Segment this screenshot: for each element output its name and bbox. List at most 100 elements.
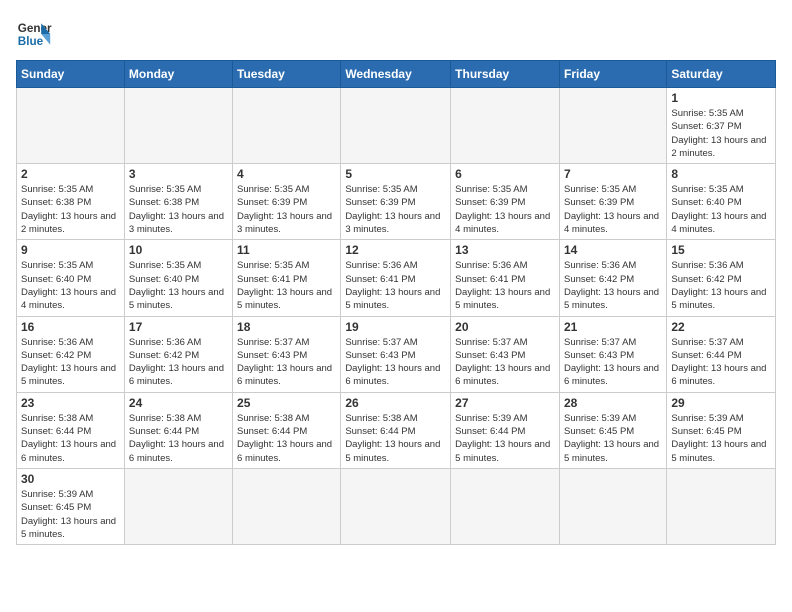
day-info: Sunrise: 5:35 AM Sunset: 6:38 PM Dayligh…: [21, 183, 120, 236]
calendar-cell: [233, 468, 341, 544]
logo: General Blue: [16, 16, 52, 52]
day-info: Sunrise: 5:36 AM Sunset: 6:41 PM Dayligh…: [455, 259, 555, 312]
calendar-week-row: 30Sunrise: 5:39 AM Sunset: 6:45 PM Dayli…: [17, 468, 776, 544]
calendar-cell: 14 Sunrise: 5:36 AM Sunset: 6:42 PM Dayli…: [559, 240, 666, 316]
calendar-cell: 17Sunrise: 5:36 AM Sunset: 6:42 PM Dayli…: [124, 316, 232, 392]
calendar-cell: 20Sunrise: 5:37 AM Sunset: 6:43 PM Dayli…: [451, 316, 560, 392]
day-info: Sunrise: 5:39 AM Sunset: 6:45 PM Dayligh…: [671, 412, 771, 465]
calendar-cell: 24Sunrise: 5:38 AM Sunset: 6:44 PM Dayli…: [124, 392, 232, 468]
calendar-cell: [233, 88, 341, 164]
day-info: Sunrise: 5:35 AM Sunset: 6:40 PM Dayligh…: [671, 183, 771, 236]
calendar-cell: 11 Sunrise: 5:35 AM Sunset: 6:41 PM Dayli…: [233, 240, 341, 316]
calendar-cell: 19 Sunrise: 5:37 AM Sunset: 6:43 PM Dayli…: [341, 316, 451, 392]
calendar-table: SundayMondayTuesdayWednesdayThursdayFrid…: [16, 60, 776, 545]
day-number: 10: [129, 243, 228, 257]
calendar-cell: [341, 468, 451, 544]
calendar-cell: 16Sunrise: 5:36 AM Sunset: 6:42 PM Dayli…: [17, 316, 125, 392]
day-number: 29: [671, 396, 771, 410]
day-number: 19: [345, 320, 446, 334]
calendar-header-row: SundayMondayTuesdayWednesdayThursdayFrid…: [17, 61, 776, 88]
day-info: Sunrise: 5:35 AM Sunset: 6:40 PM Dayligh…: [21, 259, 120, 312]
calendar-cell: 2Sunrise: 5:35 AM Sunset: 6:38 PM Daylig…: [17, 164, 125, 240]
day-number: 27: [455, 396, 555, 410]
day-number: 26: [345, 396, 446, 410]
day-number: 21: [564, 320, 662, 334]
day-info: Sunrise: 5:38 AM Sunset: 6:44 PM Dayligh…: [237, 412, 336, 465]
calendar-cell: [124, 468, 232, 544]
day-info: Sunrise: 5:36 AM Sunset: 6:42 PM Dayligh…: [21, 336, 120, 389]
calendar-cell: 13 Sunrise: 5:36 AM Sunset: 6:41 PM Dayli…: [451, 240, 560, 316]
calendar-cell: 1 Sunrise: 5:35 AM Sunset: 6:37 PM Daylig…: [667, 88, 776, 164]
day-number: 18: [237, 320, 336, 334]
calendar-cell: 12 Sunrise: 5:36 AM Sunset: 6:41 PM Dayli…: [341, 240, 451, 316]
calendar-cell: [17, 88, 125, 164]
day-number: 8: [671, 167, 771, 181]
calendar-cell: [559, 88, 666, 164]
calendar-week-row: 9 Sunrise: 5:35 AM Sunset: 6:40 PM Daylig…: [17, 240, 776, 316]
calendar-cell: 27 Sunrise: 5:39 AM Sunset: 6:44 PM Dayli…: [451, 392, 560, 468]
day-number: 12: [345, 243, 446, 257]
day-info: Sunrise: 5:35 AM Sunset: 6:41 PM Dayligh…: [237, 259, 336, 312]
calendar-cell: [341, 88, 451, 164]
calendar-cell: 7Sunrise: 5:35 AM Sunset: 6:39 PM Daylig…: [559, 164, 666, 240]
day-number: 20: [455, 320, 555, 334]
day-info: Sunrise: 5:37 AM Sunset: 6:43 PM Dayligh…: [345, 336, 446, 389]
day-number: 1: [671, 91, 771, 105]
weekday-header-friday: Friday: [559, 61, 666, 88]
calendar-cell: [124, 88, 232, 164]
day-info: Sunrise: 5:37 AM Sunset: 6:43 PM Dayligh…: [564, 336, 662, 389]
day-info: Sunrise: 5:39 AM Sunset: 6:45 PM Dayligh…: [21, 488, 120, 541]
calendar-cell: 10Sunrise: 5:35 AM Sunset: 6:40 PM Dayli…: [124, 240, 232, 316]
day-number: 9: [21, 243, 120, 257]
day-info: Sunrise: 5:38 AM Sunset: 6:44 PM Dayligh…: [345, 412, 446, 465]
calendar-week-row: 16Sunrise: 5:36 AM Sunset: 6:42 PM Dayli…: [17, 316, 776, 392]
day-info: Sunrise: 5:37 AM Sunset: 6:43 PM Dayligh…: [237, 336, 336, 389]
day-number: 15: [671, 243, 771, 257]
calendar-cell: 8 Sunrise: 5:35 AM Sunset: 6:40 PM Daylig…: [667, 164, 776, 240]
day-info: Sunrise: 5:35 AM Sunset: 6:38 PM Dayligh…: [129, 183, 228, 236]
day-number: 17: [129, 320, 228, 334]
calendar-cell: 18 Sunrise: 5:37 AM Sunset: 6:43 PM Dayli…: [233, 316, 341, 392]
weekday-header-wednesday: Wednesday: [341, 61, 451, 88]
day-number: 23: [21, 396, 120, 410]
day-info: Sunrise: 5:35 AM Sunset: 6:39 PM Dayligh…: [455, 183, 555, 236]
day-info: Sunrise: 5:36 AM Sunset: 6:42 PM Dayligh…: [671, 259, 771, 312]
day-info: Sunrise: 5:38 AM Sunset: 6:44 PM Dayligh…: [21, 412, 120, 465]
day-info: Sunrise: 5:36 AM Sunset: 6:41 PM Dayligh…: [345, 259, 446, 312]
calendar-cell: 23 Sunrise: 5:38 AM Sunset: 6:44 PM Dayli…: [17, 392, 125, 468]
day-number: 13: [455, 243, 555, 257]
page-header: General Blue: [16, 16, 776, 52]
day-number: 28: [564, 396, 662, 410]
calendar-cell: [451, 88, 560, 164]
day-info: Sunrise: 5:39 AM Sunset: 6:45 PM Dayligh…: [564, 412, 662, 465]
calendar-cell: 21 Sunrise: 5:37 AM Sunset: 6:43 PM Dayli…: [559, 316, 666, 392]
day-number: 11: [237, 243, 336, 257]
svg-text:Blue: Blue: [18, 35, 44, 48]
weekday-header-saturday: Saturday: [667, 61, 776, 88]
calendar-cell: 6Sunrise: 5:35 AM Sunset: 6:39 PM Daylig…: [451, 164, 560, 240]
calendar-week-row: 2Sunrise: 5:35 AM Sunset: 6:38 PM Daylig…: [17, 164, 776, 240]
calendar-cell: [559, 468, 666, 544]
weekday-header-tuesday: Tuesday: [233, 61, 341, 88]
day-info: Sunrise: 5:35 AM Sunset: 6:39 PM Dayligh…: [237, 183, 336, 236]
weekday-header-monday: Monday: [124, 61, 232, 88]
day-info: Sunrise: 5:39 AM Sunset: 6:44 PM Dayligh…: [455, 412, 555, 465]
calendar-week-row: 23 Sunrise: 5:38 AM Sunset: 6:44 PM Dayli…: [17, 392, 776, 468]
calendar-cell: 3Sunrise: 5:35 AM Sunset: 6:38 PM Daylig…: [124, 164, 232, 240]
day-number: 4: [237, 167, 336, 181]
calendar-cell: 5Sunrise: 5:35 AM Sunset: 6:39 PM Daylig…: [341, 164, 451, 240]
calendar-cell: 25 Sunrise: 5:38 AM Sunset: 6:44 PM Dayli…: [233, 392, 341, 468]
day-number: 5: [345, 167, 446, 181]
weekday-header-sunday: Sunday: [17, 61, 125, 88]
calendar-cell: 30Sunrise: 5:39 AM Sunset: 6:45 PM Dayli…: [17, 468, 125, 544]
calendar-cell: 15 Sunrise: 5:36 AM Sunset: 6:42 PM Dayli…: [667, 240, 776, 316]
day-info: Sunrise: 5:35 AM Sunset: 6:37 PM Dayligh…: [671, 107, 771, 160]
day-number: 25: [237, 396, 336, 410]
calendar-cell: 26 Sunrise: 5:38 AM Sunset: 6:44 PM Dayli…: [341, 392, 451, 468]
day-number: 22: [671, 320, 771, 334]
calendar-week-row: 1 Sunrise: 5:35 AM Sunset: 6:37 PM Daylig…: [17, 88, 776, 164]
day-number: 14: [564, 243, 662, 257]
weekday-header-thursday: Thursday: [451, 61, 560, 88]
day-info: Sunrise: 5:36 AM Sunset: 6:42 PM Dayligh…: [564, 259, 662, 312]
day-number: 7: [564, 167, 662, 181]
